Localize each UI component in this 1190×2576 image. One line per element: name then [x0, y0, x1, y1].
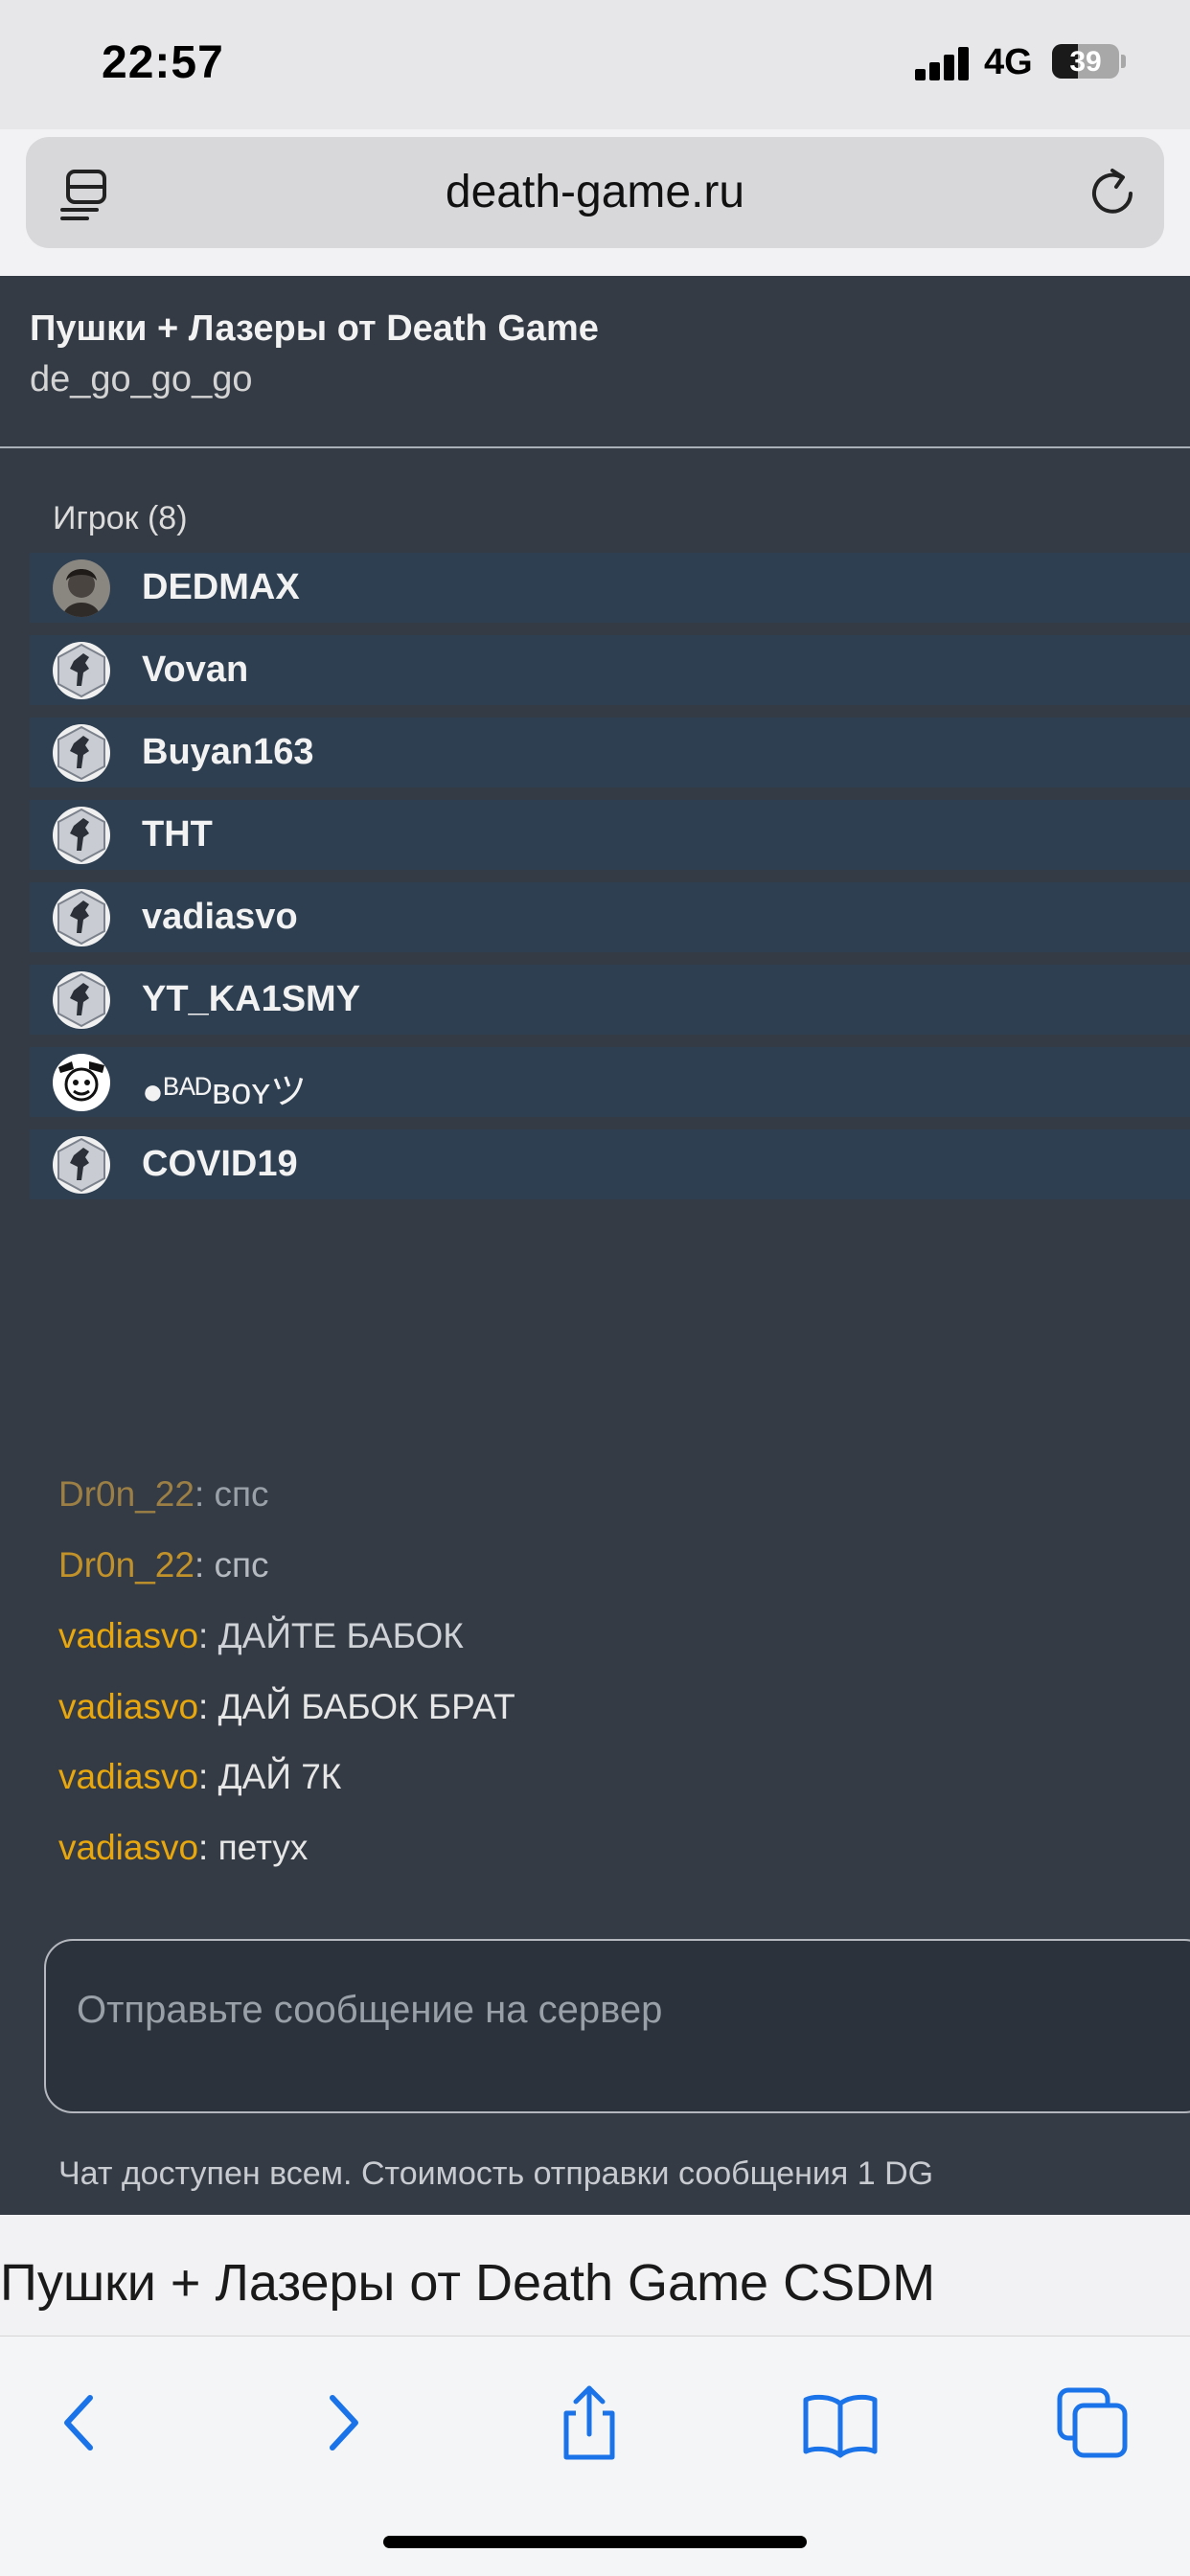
chat-message: vadiasvo: ДАЙ БАБОК БРАТ — [58, 1687, 515, 1727]
address-bar[interactable]: death-game.ru — [26, 137, 1164, 248]
chat-text: : спс — [194, 1474, 269, 1514]
player-row[interactable]: YT_KA1SMY — [30, 965, 1190, 1035]
chat-message: vadiasvo: ДАЙТЕ БАБОК — [58, 1616, 464, 1656]
player-avatar — [53, 724, 110, 782]
player-row[interactable]: Vovan — [30, 635, 1190, 705]
player-name: THT — [142, 814, 213, 855]
chat-note: Чат доступен всем. Стоимость отправки со… — [58, 2155, 934, 2192]
player-avatar — [53, 1136, 110, 1194]
chat-message: vadiasvo: ДАЙ 7К — [58, 1757, 341, 1797]
signal-icon — [915, 46, 971, 80]
player-avatar — [53, 1054, 110, 1111]
server-title: Пушки + Лазеры от Death Game — [30, 308, 599, 349]
player-name: DEDMAX — [142, 567, 300, 607]
chat-text: : петух — [198, 1828, 309, 1867]
tabs-icon[interactable] — [1044, 2375, 1140, 2471]
chat-text: : ДАЙ 7К — [198, 1757, 342, 1796]
back-icon[interactable] — [34, 2375, 130, 2471]
battery-percent: 39 — [1069, 46, 1102, 78]
player-row[interactable]: Buyan163 — [30, 718, 1190, 787]
url-text[interactable]: death-game.ru — [26, 166, 1164, 218]
player-row[interactable]: vadiasvo — [30, 882, 1190, 952]
chat-text: : ДАЙ БАБОК БРАТ — [198, 1687, 515, 1726]
player-name: COVID19 — [142, 1144, 298, 1184]
battery-tip — [1121, 55, 1126, 68]
player-row[interactable]: COVID19 — [30, 1129, 1190, 1199]
chat-message: vadiasvo: петух — [58, 1828, 308, 1868]
chat-message: Dr0n_22: спс — [58, 1545, 269, 1585]
players-label: Игрок (8) — [53, 500, 188, 536]
page-heading: Пушки + Лазеры от Death Game CSDM — [0, 2254, 936, 2312]
player-avatar — [53, 889, 110, 946]
player-row[interactable]: DEDMAX — [30, 553, 1190, 623]
player-name: Vovan — [142, 650, 249, 690]
network-type: 4G — [984, 42, 1033, 82]
player-avatar — [53, 559, 110, 617]
player-row[interactable]: ●ᴮᴬᴰʙᴏʏツ — [30, 1047, 1190, 1117]
bookmarks-icon[interactable] — [792, 2375, 888, 2471]
status-bar: 22:57 4G 39 death-game.ru — [0, 0, 1190, 248]
player-name: Buyan163 — [142, 732, 314, 772]
status-time: 22:57 — [102, 37, 224, 88]
chat-message: Dr0n_22: спс — [58, 1474, 269, 1515]
battery-icon: 39 — [1052, 44, 1119, 79]
player-avatar — [53, 971, 110, 1029]
chat-input[interactable]: Отправьте сообщение на сервер — [44, 1939, 1190, 2113]
player-name: ●ᴮᴬᴰʙᴏʏツ — [142, 1072, 308, 1112]
chat-input-placeholder: Отправьте сообщение на сервер — [77, 1989, 663, 2031]
divider — [0, 446, 1190, 448]
server-map: de_go_go_go — [30, 359, 253, 399]
chat-nick[interactable]: Dr0n_22 — [58, 1545, 195, 1584]
chat-text: : ДАЙТЕ БАБОК — [198, 1616, 464, 1655]
player-name: YT_KA1SMY — [142, 979, 361, 1019]
player-avatar — [53, 642, 110, 699]
chat-nick[interactable]: vadiasvo — [58, 1757, 198, 1796]
chat-nick[interactable]: vadiasvo — [58, 1687, 198, 1726]
reload-icon[interactable] — [1087, 165, 1140, 220]
player-row[interactable]: THT — [30, 800, 1190, 870]
chat-nick[interactable]: vadiasvo — [58, 1616, 198, 1655]
player-avatar — [53, 807, 110, 864]
chat-nick[interactable]: Dr0n_22 — [58, 1474, 195, 1514]
player-name: vadiasvo — [142, 897, 298, 937]
share-icon[interactable] — [541, 2375, 637, 2471]
home-indicator — [383, 2536, 807, 2548]
forward-icon[interactable] — [292, 2375, 388, 2471]
chat-text: : спс — [194, 1545, 269, 1584]
chat-nick[interactable]: vadiasvo — [58, 1828, 198, 1867]
